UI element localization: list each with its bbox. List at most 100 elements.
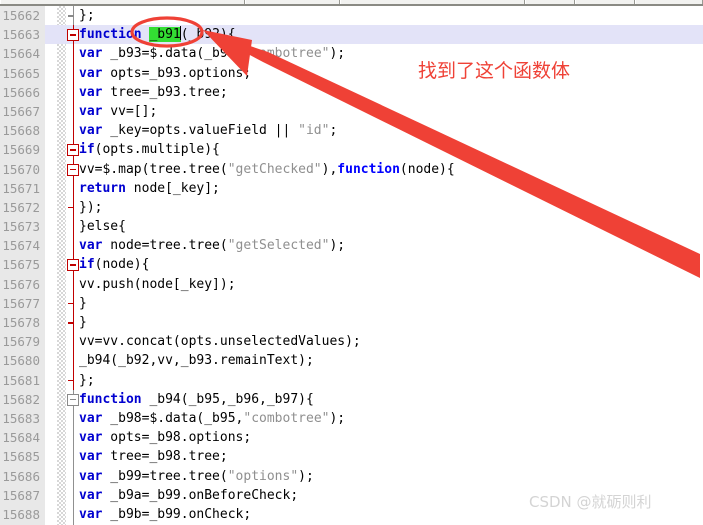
code-text[interactable]: var vv=[]; — [79, 102, 157, 121]
line-number: 15670 — [0, 159, 45, 179]
code-line[interactable]: 15677} — [0, 293, 703, 313]
code-line[interactable]: 15682 function _b94(_b95,_b96,_b97){ — [0, 389, 703, 409]
code-token: } — [79, 295, 87, 311]
code-line[interactable]: 15666 var tree=_b93.tree; — [0, 82, 703, 102]
code-line[interactable]: 15688 var _b9b=_b99.onCheck; — [0, 504, 703, 525]
code-text[interactable]: }); — [79, 198, 102, 217]
line-number: 15688 — [0, 504, 45, 525]
code-text[interactable]: } — [79, 313, 87, 332]
code-line[interactable]: 15664 var _b93=$.data(_b95,"combotree"); — [0, 44, 703, 64]
fold-toggle-icon[interactable] — [67, 29, 79, 42]
code-token: (node){ — [94, 257, 150, 273]
line-number: 15664 — [0, 44, 45, 64]
code-text[interactable]: _b94(_b92,vv,_b93.remainText); — [79, 351, 314, 370]
fold-rail — [73, 101, 74, 122]
fold-toggle-icon[interactable] — [67, 259, 79, 272]
line-number: 15674 — [0, 236, 45, 256]
code-token: function — [79, 27, 150, 43]
code-text[interactable]: var opts=_b93.options; — [79, 64, 251, 83]
fold-toggle-icon[interactable] — [67, 393, 79, 406]
fold-toggle-icon[interactable] — [67, 144, 79, 157]
code-token: ); — [298, 468, 314, 484]
code-text[interactable]: var _key=opts.valueField || "id"; — [79, 121, 337, 140]
code-editor-pane[interactable]: 15662}; 15663 function _b91(_b92){15664 var… — [0, 6, 703, 525]
code-line[interactable]: 15679 vv=vv.concat(opts.unselectedValues)… — [0, 332, 703, 352]
editor-tab-5[interactable] — [575, 0, 635, 4]
code-text[interactable]: vv.push(node[_key]); — [79, 275, 236, 294]
code-text[interactable]: var opts=_b98.options; — [79, 428, 251, 447]
code-line[interactable]: 15662}; — [0, 6, 703, 26]
code-text[interactable]: vv=$.map(tree.tree("getChecked"),functio… — [79, 160, 455, 179]
code-line[interactable]: 15684 var opts=_b98.options; — [0, 428, 703, 448]
code-token: return — [79, 180, 126, 196]
line-number: 15685 — [0, 447, 45, 467]
code-line[interactable]: 15686 var _b99=tree.tree("options"); — [0, 466, 703, 486]
code-line[interactable]: 15687 var _b9a=_b99.onBeforeCheck; — [0, 485, 703, 505]
code-line[interactable]: 15671 return node[_key]; — [0, 178, 703, 198]
code-line[interactable]: 15663 function _b91(_b92){ — [0, 25, 703, 45]
code-text[interactable]: var _b9b=_b99.onCheck; — [79, 505, 251, 524]
editor-tab-4[interactable] — [525, 0, 575, 4]
code-text[interactable]: var _b9a=_b99.onBeforeCheck; — [79, 486, 298, 505]
fold-end-icon — [68, 379, 74, 382]
code-token: ); — [329, 46, 346, 62]
code-text[interactable]: return node[_key]; — [79, 179, 220, 198]
code-text[interactable]: var tree=_b93.tree; — [79, 83, 228, 102]
code-token: "getSelected" — [227, 238, 330, 254]
code-token: function — [337, 161, 400, 177]
fold-toggle-icon[interactable] — [67, 163, 79, 176]
line-number: 15675 — [0, 255, 45, 275]
code-line[interactable]: 15668 var _key=opts.valueField || "id"; — [0, 121, 703, 141]
code-text[interactable]: }else{ — [79, 217, 126, 236]
fold-end-icon — [68, 322, 74, 324]
code-text[interactable]: var tree=_b98.tree; — [79, 447, 228, 466]
editor-tab-3[interactable] — [340, 0, 525, 4]
line-number: 15669 — [0, 140, 45, 160]
editor-tab-6[interactable] — [635, 0, 703, 4]
code-token: ); — [329, 238, 346, 254]
code-token: var — [79, 123, 103, 139]
code-text[interactable]: } — [79, 294, 87, 313]
code-text[interactable]: function _b91(_b92){ — [79, 25, 236, 44]
code-text[interactable]: }; — [79, 6, 95, 25]
code-token: _key=opts.valueField || — [102, 123, 299, 139]
code-line[interactable]: 15676 vv.push(node[_key]); — [0, 274, 703, 294]
fold-rail — [73, 236, 74, 256]
code-line[interactable]: 15685 var tree=_b98.tree; — [0, 447, 703, 467]
code-text[interactable]: }; — [79, 371, 95, 390]
code-text[interactable]: if(node){ — [79, 255, 149, 274]
code-line[interactable]: 15680 _b94(_b92,vv,_b93.remainText); — [0, 351, 703, 371]
code-line[interactable]: 15669 if(opts.multiple){ — [0, 140, 703, 160]
code-token: }; — [79, 8, 95, 23]
code-token: opts=_b98.options; — [102, 430, 252, 446]
fold-end-icon — [68, 206, 74, 209]
code-token: vv=vv.concat(opts.unselectedValues); — [79, 334, 361, 350]
code-token: vv=[]; — [102, 103, 158, 119]
code-token: vv=$.map(tree.tree( — [79, 161, 228, 177]
code-line[interactable]: 15670 vv=$.map(tree.tree("getChecked"),fu… — [0, 159, 703, 179]
code-token: "getChecked" — [227, 161, 322, 177]
code-line[interactable]: 15667 var vv=[]; — [0, 101, 703, 122]
code-text[interactable]: var _b93=$.data(_b95,"combotree"); — [79, 44, 345, 63]
code-text[interactable]: function _b94(_b95,_b96,_b97){ — [79, 390, 314, 409]
code-text[interactable]: var node=tree.tree("getSelected"); — [79, 236, 345, 255]
code-token: ); — [329, 410, 346, 426]
code-line[interactable]: 15674 var node=tree.tree("getSelected"); — [0, 236, 703, 256]
code-line[interactable]: 15678} — [0, 313, 703, 333]
editor-tab-1[interactable] — [0, 0, 245, 4]
line-number: 15677 — [0, 293, 45, 313]
code-text[interactable]: var _b99=tree.tree("options"); — [79, 467, 314, 486]
code-line[interactable]: 15672}); — [0, 197, 703, 218]
code-line-list: 15662}; 15663 function _b91(_b92){15664 var… — [0, 6, 703, 525]
code-line[interactable]: 15665 var opts=_b93.options; — [0, 63, 703, 83]
editor-tab-2[interactable] — [245, 0, 340, 4]
code-text[interactable]: var _b98=$.data(_b95,"combotree"); — [79, 409, 345, 428]
code-line[interactable]: 15675 if(node){ — [0, 255, 703, 275]
fold-end-icon — [68, 302, 74, 305]
fold-rail — [73, 217, 74, 237]
code-text[interactable]: if(opts.multiple){ — [79, 140, 220, 159]
code-line[interactable]: 15683 var _b98=$.data(_b95,"combotree"); — [0, 408, 703, 429]
code-line[interactable]: 15673}else{ — [0, 217, 703, 237]
code-text[interactable]: vv=vv.concat(opts.unselectedValues); — [79, 332, 361, 351]
code-line[interactable]: 15681}; — [0, 370, 703, 390]
